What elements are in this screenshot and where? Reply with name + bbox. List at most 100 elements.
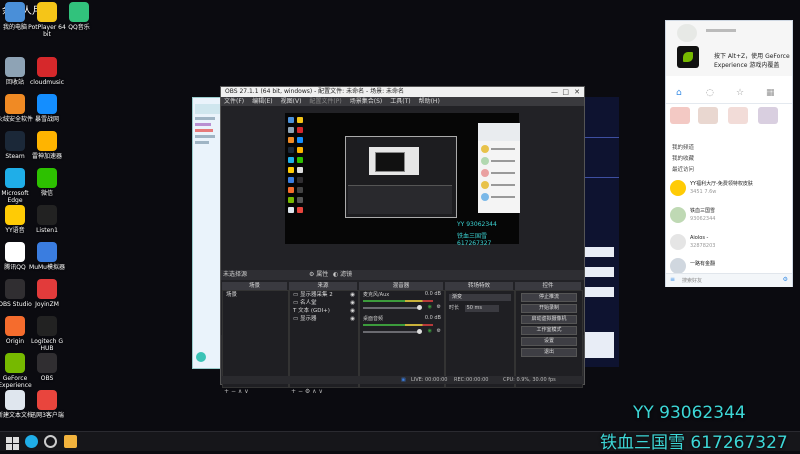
close-button[interactable]: ✕ [574,87,580,97]
desktop-icon[interactable]: 雷神加速器 [28,131,66,160]
rec-label: REC: [454,377,466,383]
source-item[interactable]: ▭ 显示器采集 2 ◉ [290,291,358,299]
source-item[interactable]: T 文本 (GDI+) ◉ [290,307,358,315]
transition-select[interactable]: 渐变 [449,294,511,301]
sources-dock-controls: + − ⚙ ∧ ∨ [291,388,323,396]
menu-scene-collection[interactable]: 场景集合(S) [350,97,383,106]
scene-item[interactable]: 场景 [223,291,288,299]
thumbnail[interactable] [670,107,690,124]
search-input[interactable]: 搜索好友 [682,277,702,284]
duration-input[interactable]: 50 ms [464,305,499,312]
desktop-icon[interactable]: MuMu模拟器 [28,242,66,271]
phone-card-avatar [481,193,489,201]
settings-button[interactable]: 设置 [521,337,577,346]
move-down-button[interactable]: ∨ [318,388,322,395]
start-recording-button[interactable]: 开始录制 [521,304,577,313]
cpu-fps: CPU: 0.9%, 30.00 fps [503,377,556,383]
add-source-button[interactable]: + [291,388,298,395]
slider-knob[interactable] [417,329,422,334]
app-icon [37,2,57,22]
thumbnail[interactable] [728,107,748,124]
desktop-icon[interactable]: cloudmusic [28,57,66,86]
settings-icon[interactable]: ⚙ [783,276,788,283]
desktop-icon[interactable]: Logitech G HUB [28,316,66,352]
gear-icon[interactable]: ⚙ [437,304,441,310]
recent-list-item[interactable]: YY福利大厅-免费领特权皮肤 3451 7.6w [666,177,792,199]
eye-icon[interactable]: ◉ [350,299,355,307]
list-avatar [670,207,686,223]
add-scene-button[interactable]: + [224,388,231,395]
desktop-icon[interactable]: 迅网3客户端 [28,390,66,419]
section-my-favorites[interactable]: 我的收藏 [672,154,694,162]
filters-button[interactable]: ◐ 滤镜 [333,270,352,280]
gear-icon[interactable]: ⚙ [437,328,441,334]
chat-icon[interactable]: ◌ [706,88,714,98]
speaker-icon[interactable]: ◉ [428,304,432,310]
obs-taskbar-icon[interactable] [44,435,57,448]
desktop-icon[interactable]: JoyinZM [28,279,66,308]
phone-card-line [491,184,515,186]
live-label: LIVE: [411,377,424,383]
mini-desktop-icon [297,197,303,203]
eye-icon[interactable]: ◉ [350,307,355,315]
desktop-icon-label: 迅网3客户端 [30,412,64,419]
desktop-icon-label: Listen1 [36,227,58,234]
speaker-icon[interactable]: ◉ [428,328,432,334]
menu-edit[interactable]: 编辑(E) [252,97,272,106]
remove-source-button[interactable]: − [298,388,305,395]
menu-help[interactable]: 帮助(H) [419,97,440,106]
section-recent[interactable]: 最近访问 [672,165,694,173]
menu-view[interactable]: 视图(V) [281,97,302,106]
source-item[interactable]: ▭ 显示器 ◉ [290,315,358,323]
geforce-notification[interactable]: 按下 Alt+Z，使用 GeForce Experience 游戏内覆盖 [666,21,792,76]
desktop-icon[interactable]: 微信 [28,168,66,197]
start-virtual-camera-button[interactable]: 启动虚拟摄像机 [521,315,577,324]
recent-list-item[interactable]: 一路有金翻 [666,258,792,274]
studio-mode-button[interactable]: 工作室模式 [521,326,577,335]
bg-window-header [195,104,221,114]
menu-file[interactable]: 文件(F) [224,97,244,106]
eye-icon[interactable]: ◉ [350,315,355,323]
volume-slider[interactable] [363,305,422,310]
app-icon [37,205,57,225]
move-down-button[interactable]: ∨ [244,388,248,395]
track-db: 0.0 dB [424,291,441,297]
grid-icon[interactable]: ▦ [766,88,775,98]
yy-taskbar-icon[interactable] [64,435,77,448]
remove-scene-button[interactable]: − [231,388,238,395]
obs-titlebar[interactable]: OBS 27.1.1 (64 bit, windows) - 配置文件: 未命名… [221,87,584,97]
thumbnail[interactable] [758,107,778,124]
scenes-dock-controls: + − ∧ ∨ [224,388,249,396]
slider-knob[interactable] [417,305,422,310]
phone-card-line [491,172,515,174]
exit-button[interactable]: 退出 [521,348,577,357]
maximize-button[interactable]: □ [562,87,569,97]
menu-tools[interactable]: 工具(T) [390,97,410,106]
app-icon [37,168,57,188]
recent-list-item[interactable]: Aiolos - 32878203 [666,231,792,253]
desktop-icon[interactable]: 暴雪战网 [28,94,66,123]
section-my-channels[interactable]: 我的频道 [672,143,694,151]
eye-icon[interactable]: ◉ [350,291,355,299]
track-db: 0.0 dB [424,315,441,321]
home-icon[interactable]: ⌂ [676,88,682,98]
properties-button[interactable]: ⚙ 属性 [309,270,328,280]
mini-desktop-icon [297,187,303,193]
recent-list-item[interactable]: 铁血三国雪 93062344 [666,204,792,226]
edge-icon[interactable] [25,435,38,448]
star-icon[interactable]: ☆ [736,88,744,98]
background-window-right[interactable] [580,97,619,367]
volume-slider[interactable] [363,329,422,334]
stop-streaming-button[interactable]: 停止推流 [521,293,577,302]
minimize-button[interactable]: — [551,87,558,97]
desktop-icon[interactable]: Listen1 [28,205,66,234]
desktop-icon-label: 回收站 [5,79,24,86]
desktop-icon[interactable]: QQ音乐 [60,2,98,31]
windows-start-icon[interactable] [6,435,19,450]
desktop-icon[interactable]: OBS [28,353,66,382]
obs-preview[interactable]: YY 93062344 铁血三国雪 617267327 [285,113,520,247]
thumbnail[interactable] [698,107,718,124]
source-item[interactable]: ▭ 名人堂 ◉ [290,299,358,307]
menu-profile[interactable]: 配置文件(P) [309,97,341,106]
menu-icon[interactable]: ≡ [670,276,675,283]
